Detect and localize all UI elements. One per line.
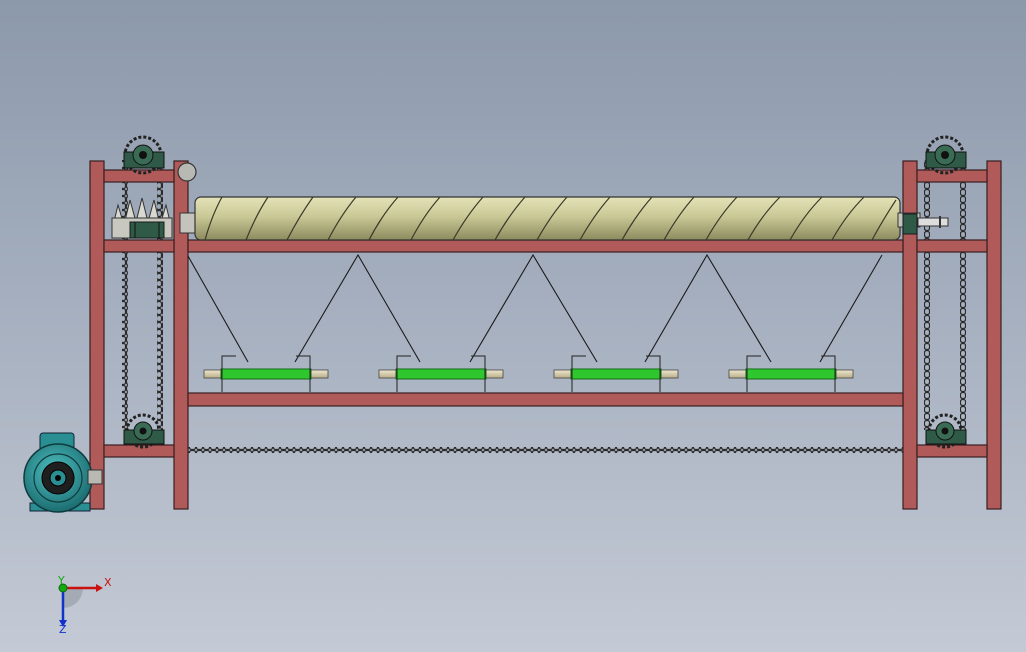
roller-2[interactable] <box>378 355 504 392</box>
drive-chain-bottom <box>188 447 903 453</box>
roller-4[interactable] <box>728 355 854 392</box>
chain-right-vertical <box>924 160 966 430</box>
roller-3[interactable] <box>553 355 679 392</box>
sprocket-top-left[interactable] <box>123 135 165 175</box>
axis-triad: X Y Z <box>57 574 112 636</box>
axis-z-label: Z <box>59 623 67 636</box>
cad-viewport[interactable]: X Y Z <box>0 0 1026 652</box>
roller-1[interactable] <box>203 355 329 392</box>
guide-lines <box>187 253 883 363</box>
sprocket-top-right[interactable] <box>925 135 967 175</box>
idler-pulley <box>177 162 197 182</box>
axis-x-label: X <box>104 576 112 589</box>
assembly-drawing: X Y Z <box>23 135 1002 636</box>
screw-conveyor[interactable] <box>179 196 949 241</box>
axis-y-label: Y <box>57 574 65 587</box>
